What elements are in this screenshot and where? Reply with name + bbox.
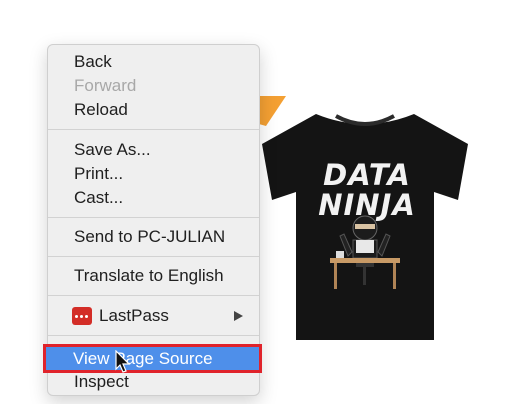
menu-item-send-to-device[interactable]: Send to PC-JULIAN bbox=[48, 225, 259, 249]
menu-item-view-page-source[interactable]: View Page Source bbox=[43, 344, 262, 373]
browser-page: DATA NINJA Back Forward Reload Save As..… bbox=[0, 0, 507, 404]
menu-item-inspect[interactable]: Inspect bbox=[48, 370, 259, 394]
menu-item-translate[interactable]: Translate to English bbox=[48, 264, 259, 288]
menu-item-cast[interactable]: Cast... bbox=[48, 186, 259, 210]
chevron-right-icon bbox=[234, 311, 243, 321]
shirt-text-line2: NINJA bbox=[318, 188, 416, 222]
menu-item-reload[interactable]: Reload bbox=[48, 98, 259, 122]
menu-separator bbox=[48, 335, 259, 336]
shirt-text-line1: DATA bbox=[323, 158, 411, 192]
menu-item-save-as[interactable]: Save As... bbox=[48, 138, 259, 162]
mouse-pointer-icon bbox=[115, 350, 131, 373]
menu-item-view-page-source-label: View Page Source bbox=[73, 349, 213, 368]
menu-separator bbox=[48, 295, 259, 296]
menu-item-print[interactable]: Print... bbox=[48, 162, 259, 186]
menu-item-forward[interactable]: Forward bbox=[48, 74, 259, 98]
tshirt-product-image[interactable] bbox=[256, 108, 474, 344]
menu-item-lastpass-label: LastPass bbox=[99, 306, 169, 325]
menu-separator bbox=[48, 129, 259, 130]
lastpass-icon bbox=[72, 307, 92, 325]
menu-item-back[interactable]: Back bbox=[48, 50, 259, 74]
menu-item-lastpass[interactable]: LastPass bbox=[48, 304, 259, 328]
menu-separator bbox=[48, 217, 259, 218]
shirt-print-text: DATA NINJA bbox=[312, 160, 422, 220]
menu-separator bbox=[48, 256, 259, 257]
